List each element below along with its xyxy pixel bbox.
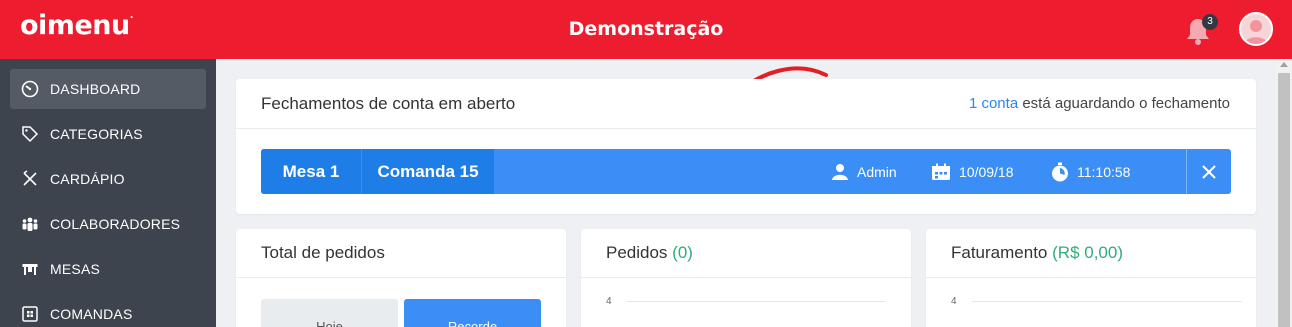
time-value: 11:10:58 <box>1077 163 1131 180</box>
y-axis-tick: 4 <box>951 296 957 307</box>
pending-note-text: está aguardando o fechamento <box>1018 95 1230 112</box>
revenue-title: Faturamento <box>951 243 1048 262</box>
pending-note: 1 conta está aguardando o fechamento <box>969 95 1230 112</box>
today-button[interactable]: Hoje <box>261 299 398 327</box>
sidebar-item-label: COMANDAS <box>50 306 133 322</box>
calendar-icon <box>931 163 951 181</box>
card-title: Faturamento (R$ 0,00) <box>926 229 1256 278</box>
sidebar-item-categorias[interactable]: CATEGORIAS <box>10 114 206 154</box>
revenue-value: (R$ 0,00) <box>1052 243 1123 262</box>
row-time: 11:10:58 <box>1051 149 1130 194</box>
orders-count: (0) <box>672 243 693 262</box>
table-label: Mesa 1 <box>261 149 361 194</box>
open-account-row[interactable]: Mesa 1 Comanda 15 Admin 10/09/18 11:10:5… <box>261 149 1231 194</box>
table-icon <box>20 259 40 279</box>
page-title: Demonstração <box>568 18 724 40</box>
notification-badge: 3 <box>1202 14 1218 30</box>
date-value: 10/09/18 <box>959 163 1014 180</box>
sidebar-item-label: CARDÁPIO <box>50 171 125 187</box>
card-title: Pedidos (0) <box>581 229 911 278</box>
row-date: 10/09/18 <box>931 149 1014 194</box>
sidebar-item-cardapio[interactable]: CARDÁPIO <box>10 159 206 199</box>
pending-count-link[interactable]: 1 conta <box>969 95 1018 112</box>
tag-icon <box>20 124 40 144</box>
stopwatch-icon <box>1051 162 1069 182</box>
sidebar-item-label: DASHBOARD <box>50 81 141 97</box>
sidebar-item-colaboradores[interactable]: COLABORADORES <box>10 204 206 244</box>
grid-line <box>972 301 1242 302</box>
user-avatar[interactable] <box>1239 12 1273 46</box>
top-bar: oimenu. Demonstração 3 <box>0 0 1292 59</box>
order-label: Comanda 15 <box>362 149 494 194</box>
sidebar-item-label: CATEGORIAS <box>50 126 143 142</box>
dashboard-gauge-icon <box>20 79 40 99</box>
scroll-up-arrow-icon[interactable] <box>1280 62 1288 67</box>
sidebar-item-label: MESAS <box>50 261 101 277</box>
page-scrollbar[interactable] <box>1276 59 1292 327</box>
order-slip-icon <box>20 304 40 324</box>
grid-line <box>627 301 885 302</box>
card-title: Total de pedidos <box>236 229 566 278</box>
revenue-card: Faturamento (R$ 0,00) 4 <box>926 229 1256 327</box>
sidebar-item-label: COLABORADORES <box>50 216 181 232</box>
close-button[interactable] <box>1186 149 1231 194</box>
orders-card: Pedidos (0) 4 <box>581 229 911 327</box>
record-button[interactable]: Recorde <box>404 299 541 327</box>
sidebar-item-comandas[interactable]: COMANDAS <box>10 294 206 327</box>
user-name: Admin <box>857 163 897 180</box>
y-axis-tick: 4 <box>606 296 612 307</box>
total-orders-card: Total de pedidos Hoje Recorde <box>236 229 566 327</box>
scroll-thumb[interactable] <box>1278 73 1290 327</box>
user-icon <box>831 163 849 181</box>
sidebar: DASHBOARD CATEGORIAS CARDÁPIO COLABORADO… <box>0 59 216 327</box>
sidebar-item-dashboard[interactable]: DASHBOARD <box>10 69 206 109</box>
open-accounts-card: Fechamentos de conta em aberto 1 conta e… <box>236 79 1256 214</box>
row-user: Admin <box>831 149 897 194</box>
sidebar-item-mesas[interactable]: MESAS <box>10 249 206 289</box>
orders-title: Pedidos <box>606 243 668 262</box>
utensils-icon <box>20 169 40 189</box>
users-icon <box>20 214 40 234</box>
close-icon <box>1202 164 1216 179</box>
